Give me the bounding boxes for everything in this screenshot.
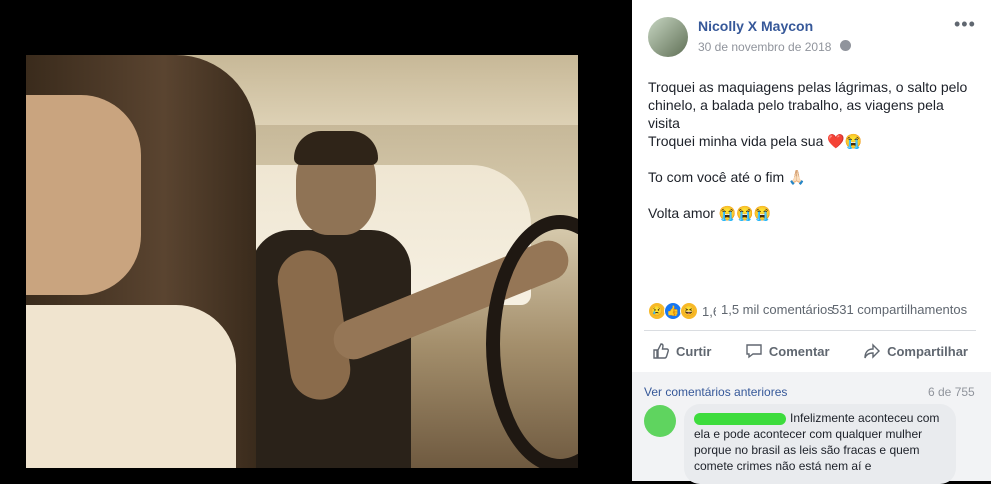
comments-count[interactable]: 1,5 mil comentários: [721, 302, 834, 317]
globe-icon: [840, 40, 851, 51]
more-options-icon[interactable]: •••: [954, 14, 976, 35]
like-label: Curtir: [676, 343, 712, 359]
commenter-name-redacted: [694, 412, 786, 425]
share-icon: [864, 343, 881, 359]
photo-viewer: [0, 0, 632, 481]
post-text-line: Volta amor 😭😭😭: [648, 205, 772, 221]
post-sidebar: Nicolly X Maycon 30 de novembro de 2018 …: [632, 0, 991, 484]
comments-page-count: 6 de 755: [928, 385, 975, 399]
reaction-count: 1,6: [702, 303, 716, 319]
view-previous-comments-link[interactable]: Ver comentários anteriores: [644, 385, 787, 399]
author-name[interactable]: Nicolly X Maycon: [698, 18, 813, 34]
post-text: Troquei as maquiagens pelas lágrimas, o …: [648, 78, 978, 222]
share-label: Compartilhar: [887, 343, 968, 359]
photo-woman-face: [26, 95, 141, 295]
share-button[interactable]: Compartilhar: [855, 342, 976, 360]
comments-section: Ver comentários anteriores 6 de 755 Infe…: [632, 372, 991, 484]
thumbs-up-icon: [653, 343, 669, 359]
shares-count[interactable]: 531 compartilhamentos: [832, 302, 967, 317]
like-button[interactable]: Curtir: [644, 342, 719, 360]
post-text-line: Troquei as maquiagens pelas lágrimas, o …: [648, 79, 968, 131]
haha-icon: 😆: [680, 302, 698, 320]
photo-man-hair: [294, 131, 378, 165]
photo-woman-shirt: [26, 305, 236, 468]
post-photo[interactable]: [26, 55, 578, 468]
comment-label: Comentar: [768, 343, 830, 359]
post-text-gap: [648, 150, 978, 168]
comment-icon: [746, 344, 762, 359]
commenter-avatar[interactable]: [644, 405, 676, 437]
post-actions: Curtir Comentar Compartilhar: [644, 336, 976, 366]
author-avatar[interactable]: [648, 17, 688, 57]
comment-bubble: Infelizmente aconteceu com ela e pode ac…: [684, 404, 956, 484]
reactions-summary[interactable]: 😢 👍 😆 1,6: [648, 302, 716, 320]
post-text-gap: [648, 186, 978, 204]
post-text-line: To com você até o fim 🙏🏻: [648, 169, 806, 185]
comment-button[interactable]: Comentar: [737, 342, 838, 360]
post-date[interactable]: 30 de novembro de 2018: [698, 40, 831, 54]
post-text-line: Troquei minha vida pela sua ❤️😭: [648, 133, 863, 149]
divider: [644, 330, 976, 331]
